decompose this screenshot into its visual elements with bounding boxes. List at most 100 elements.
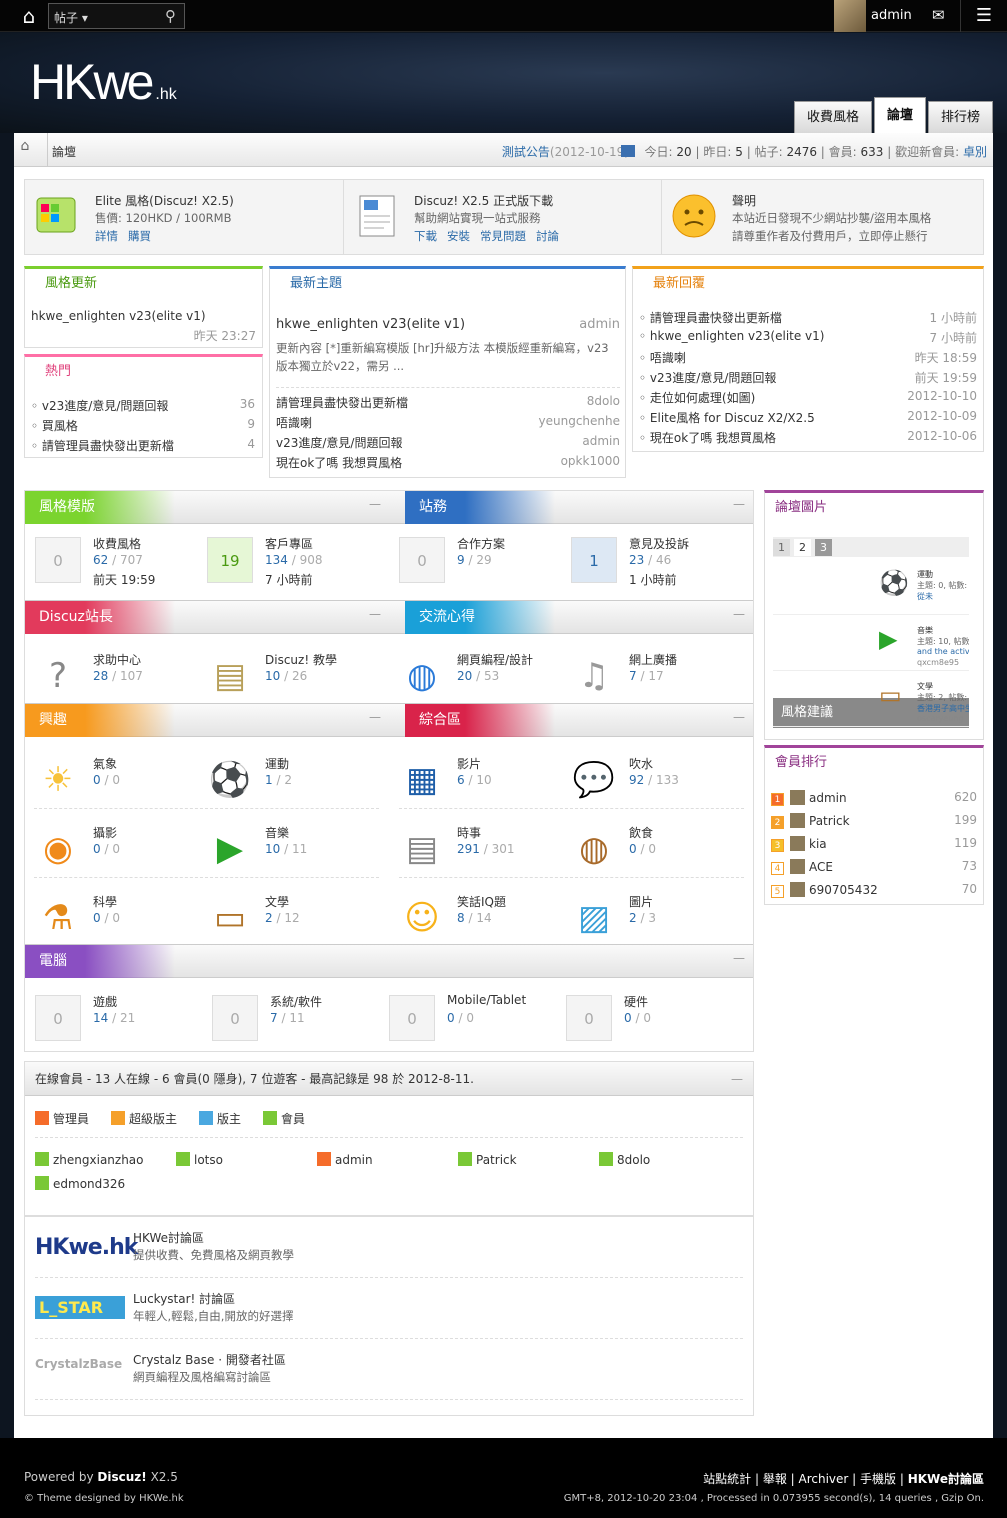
rank-username[interactable]: ACE xyxy=(809,860,833,874)
details-link[interactable]: 詳情 xyxy=(95,229,118,243)
forum-name[interactable]: 硬件 xyxy=(624,993,648,1010)
online-user[interactable]: edmond326 xyxy=(35,1176,125,1191)
list-item[interactable]: ◦ 買風格 9 xyxy=(31,417,255,434)
picture-item[interactable]: ▶ 音樂主題: 10, 帖數: 11and the active qxcm8e95 xyxy=(773,621,969,671)
list-item[interactable]: hkwe_enlighten v23(elite v1) xyxy=(31,309,255,323)
search-input[interactable]: 帖子 ▾ ⚲ xyxy=(48,3,185,29)
rank-username[interactable]: admin xyxy=(809,791,847,805)
collapse-icon[interactable]: — xyxy=(369,607,381,621)
collapse-icon[interactable]: — xyxy=(369,497,381,511)
forum-item[interactable]: ☺ 笑話IQ題 8 / 14 xyxy=(399,891,574,961)
list-item[interactable]: 請管理員盡快發出更新檔 8dolo xyxy=(276,394,620,411)
picture-item[interactable]: ⚽ 運動 主題: 0, 帖數: 0 從未 xyxy=(773,565,969,615)
avatar[interactable] xyxy=(790,859,805,874)
forum-name[interactable]: 吹水 xyxy=(629,755,653,772)
newest-member-link[interactable]: 卓別 xyxy=(963,145,987,159)
forum-item[interactable]: 0 收費風格 62 / 707 前天 19:59 xyxy=(35,533,210,603)
nav-tab-paid-styles[interactable]: 收費風格 xyxy=(793,101,872,133)
footer-link-mobile[interactable]: 手機版 xyxy=(860,1472,896,1486)
list-item[interactable]: ◦ 請管理員盡快發出更新檔 4 xyxy=(31,437,255,454)
friend-link-name[interactable]: HKWe討論區 xyxy=(133,1229,204,1246)
rank-item[interactable]: 5 690705432 70 xyxy=(771,882,977,898)
friend-link[interactable]: L_STAR Luckystar! 討論區 年輕人,輕鬆,自由,開放的好選擇 xyxy=(35,1286,743,1340)
footer-link-report[interactable]: 舉報 xyxy=(763,1472,787,1486)
forum-item[interactable]: 19 客戶專區 134 / 908 7 小時前 xyxy=(207,533,382,603)
user-menu[interactable]: admin ✉ xyxy=(834,0,954,32)
notice-title[interactable]: Discuz! X2.5 正式版下載 xyxy=(414,192,553,209)
online-user[interactable]: zhengxianzhao xyxy=(35,1152,144,1167)
category-discuz-admin[interactable]: Discuz站長 xyxy=(25,601,175,634)
rank-username[interactable]: 690705432 xyxy=(809,883,878,897)
avatar[interactable] xyxy=(790,813,805,828)
home-icon[interactable]: ⌂ xyxy=(14,138,36,154)
online-user[interactable]: lotso xyxy=(176,1152,223,1167)
forum-name[interactable]: 音樂 xyxy=(265,824,289,841)
forum-name[interactable]: 求助中心 xyxy=(93,651,141,668)
friend-link-logo[interactable]: CrystalzBase xyxy=(35,1357,125,1371)
discuz-link[interactable]: Discuz! xyxy=(97,1470,146,1484)
forum-name[interactable]: 運動 xyxy=(265,755,289,772)
forum-item[interactable]: ⚽ 運動 1 / 2 xyxy=(207,753,382,823)
search-scope-select[interactable]: 帖子 ▾ xyxy=(54,9,88,26)
rank-item[interactable]: 3 kia 119 xyxy=(771,836,977,852)
page-1[interactable]: 1 xyxy=(773,539,790,556)
forum-item[interactable]: 1 意見及投訴 23 / 46 1 小時前 xyxy=(571,533,746,603)
list-item[interactable]: ◦ v23進度/意見/問題回報 36 xyxy=(31,397,255,414)
forum-item[interactable]: ▤ 時事 291 / 301 xyxy=(399,822,574,892)
friend-link-logo[interactable]: HKwe.hk xyxy=(35,1235,138,1260)
home-icon[interactable]: ⌂ xyxy=(14,4,44,28)
forum-item[interactable]: ▤ Discuz! 教學 10 / 26 xyxy=(207,649,382,719)
forum-item[interactable]: 0 合作方案 9 / 29 xyxy=(399,533,574,603)
footer-link-archiver[interactable]: Archiver xyxy=(799,1472,849,1486)
forum-name[interactable]: 影片 xyxy=(457,755,481,772)
friend-link-name[interactable]: Crystalz Base · 開發者社區 xyxy=(133,1351,286,1368)
forum-name[interactable]: 網上廣播 xyxy=(629,651,677,668)
collapse-icon[interactable]: — xyxy=(733,497,745,511)
username[interactable]: admin xyxy=(871,8,912,23)
discuss-link[interactable]: 討論 xyxy=(536,229,559,243)
forum-name[interactable]: 合作方案 xyxy=(457,535,505,552)
nav-tab-forum[interactable]: 論壇 xyxy=(873,97,926,133)
forum-name[interactable]: 笑話IQ題 xyxy=(457,893,506,910)
forum-name[interactable]: 網頁編程/設計 xyxy=(457,651,533,668)
list-item[interactable]: ◦ Elite風格 for Discuz X2/X2.5 2012-10-09 xyxy=(639,409,977,426)
category-exchange[interactable]: 交流心得 xyxy=(405,601,555,634)
forum-name[interactable]: 攝影 xyxy=(93,824,117,841)
forum-item[interactable]: ⚗ 科學 0 / 0 xyxy=(35,891,210,961)
rank-item[interactable]: 1 admin 620 xyxy=(771,790,977,806)
install-link[interactable]: 安裝 xyxy=(447,229,470,243)
forum-name[interactable]: Mobile/Tablet xyxy=(447,993,526,1007)
online-user[interactable]: 8dolo xyxy=(599,1152,650,1167)
forum-item[interactable]: ▨ 圖片 2 / 3 xyxy=(571,891,746,961)
footer-link-stats[interactable]: 站點統計 xyxy=(703,1472,751,1486)
forum-item[interactable]: ? 求助中心 28 / 107 xyxy=(35,649,210,719)
forum-name[interactable]: 文學 xyxy=(265,893,289,910)
page-2[interactable]: 2 xyxy=(794,539,811,556)
list-item[interactable]: 唔識喇 yeungchenhe xyxy=(276,414,620,431)
forum-item[interactable]: 0 系統/軟件 7 / 11 xyxy=(212,991,387,1061)
forum-item[interactable]: 0 硬件 0 / 0 xyxy=(566,991,741,1061)
rank-username[interactable]: Patrick xyxy=(809,814,850,828)
online-user[interactable]: admin xyxy=(317,1152,373,1167)
avatar[interactable] xyxy=(790,790,805,805)
forum-item[interactable]: ☀ 氣象 0 / 0 xyxy=(35,753,210,823)
forum-name[interactable]: 遊戲 xyxy=(93,993,117,1010)
footer-link-hkwe[interactable]: HKWe討論區 xyxy=(908,1472,984,1486)
latest-top-topic[interactable]: hkwe_enlighten v23(elite v1) admin xyxy=(276,317,620,332)
buy-link[interactable]: 購買 xyxy=(128,229,151,243)
avatar[interactable] xyxy=(834,0,866,32)
friend-link-name[interactable]: Luckystar! 討論區 xyxy=(133,1290,235,1307)
forum-name[interactable]: 飲食 xyxy=(629,824,653,841)
forum-name[interactable]: 系統/軟件 xyxy=(270,993,322,1010)
forum-item[interactable]: ♫ 網上廣播 7 / 17 xyxy=(571,649,746,719)
picture-item[interactable]: ▭ 文學主題: 2, 帖數: 12 香港男子高中生oscaryeung xyxy=(773,677,969,727)
nav-tab-ranking[interactable]: 排行榜 xyxy=(927,101,993,133)
list-item[interactable]: ◦ 走位如何處理(如圖) 2012-10-10 xyxy=(639,389,977,406)
forum-item[interactable]: ▭ 文學 2 / 12 xyxy=(207,891,382,961)
download-link[interactable]: 下載 xyxy=(414,229,437,243)
list-item[interactable]: ◦ 請管理員盡快發出更新檔 1 小時前 xyxy=(639,309,977,326)
forum-name[interactable]: 氣象 xyxy=(93,755,117,772)
forum-name[interactable]: 客戶專區 xyxy=(265,535,313,552)
category-style-templates[interactable]: 風格模版 xyxy=(25,491,175,524)
faq-link[interactable]: 常見問題 xyxy=(480,229,526,243)
